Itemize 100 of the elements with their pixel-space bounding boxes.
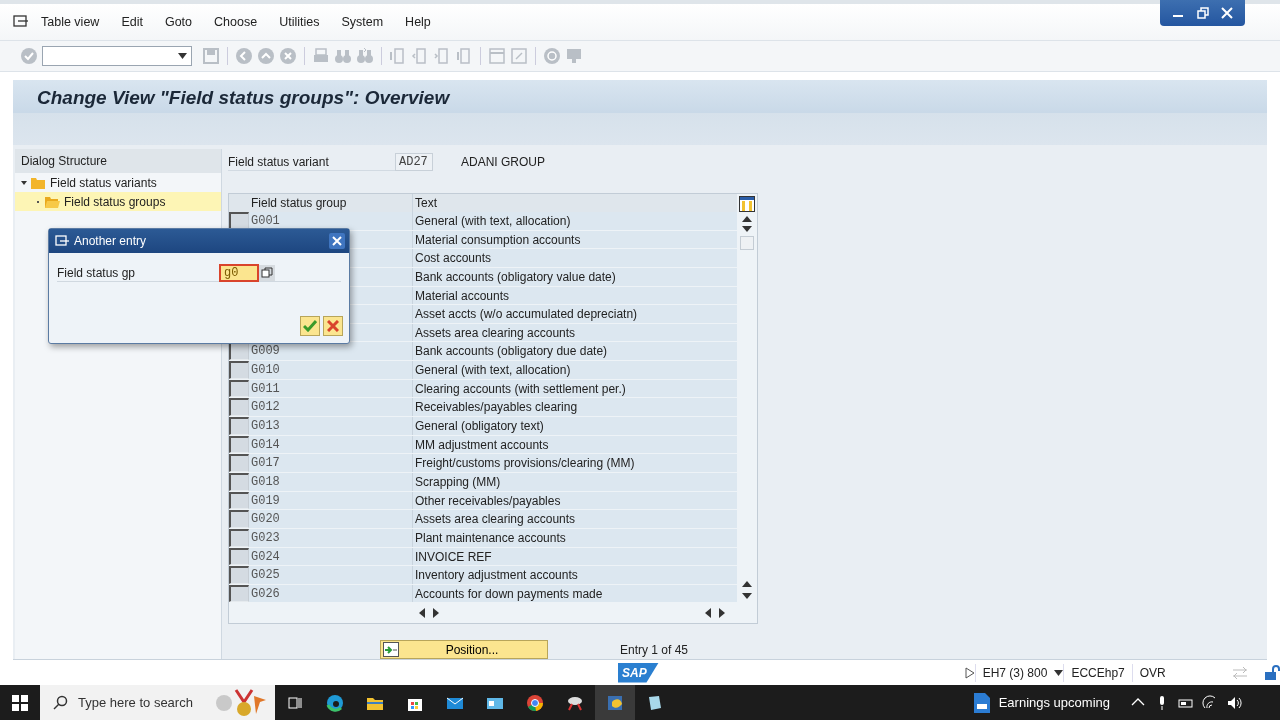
system-info[interactable]: EH7 (3) 800 [974,663,1055,682]
scroll-down-icon[interactable] [742,593,752,600]
search-icon [52,694,68,711]
search-bar[interactable]: Type here to search [40,685,275,720]
close-icon[interactable] [1220,7,1233,19]
chrome-icon[interactable] [526,693,544,712]
table-cell: G018 [251,474,280,489]
table-cell: Inventory adjustment accounts [415,568,578,583]
windows-icon[interactable] [12,694,28,711]
menu-item[interactable]: Edit [110,12,154,32]
scroll-up-icon[interactable] [742,581,752,588]
table-cell: G001 [251,214,280,228]
tree-item[interactable]: Field status variants [15,173,221,192]
table-cell: G013 [251,419,280,434]
news-icon[interactable] [972,691,991,714]
column-header[interactable]: Text [413,194,737,212]
dropdown-icon[interactable] [1054,669,1064,676]
column-header[interactable]: Field status group [249,194,413,212]
table-cell: G012 [251,400,280,415]
menu-icon[interactable] [12,14,30,30]
expanded-icon[interactable] [21,179,27,186]
table-cell: INVOICE REF [415,549,492,564]
table-cell: G023 [251,530,280,545]
folder-icon [44,194,61,209]
search-field[interactable]: Type here to search [76,691,206,714]
table-cell: G010 [251,363,280,378]
table-cell: G026 [251,586,280,601]
menu-item[interactable]: Goto [153,12,204,32]
table-cell: Asset accts (w/o accumulated depreciatn) [415,307,638,322]
command-field[interactable] [42,46,192,66]
scroll-up-icon[interactable] [742,216,752,222]
table-cell: Receivables/payables clearing [415,400,578,415]
table-cell: General (with text, allocation) [415,363,571,378]
folder-icon [30,175,47,190]
table-cell: Material accounts [415,288,510,303]
variant-field[interactable]: AD27 [395,153,433,171]
menu-item[interactable]: Choose [203,12,269,32]
scroll-right-icon[interactable] [433,608,439,619]
table-cell: G009 [251,344,280,359]
dialog-title: Another entry [74,233,148,250]
menu-item[interactable]: Table view [30,12,111,32]
field-label: Field status gp [57,264,137,282]
table-cell: G011 [251,381,280,396]
table-cell: G025 [251,568,280,583]
restore-icon[interactable] [1196,7,1209,19]
table-cell: General (obligatory text) [415,419,544,434]
input-field[interactable]: g0 [219,263,259,282]
row-selector[interactable] [229,417,249,435]
table-cell: G020 [251,512,280,527]
server-name: ECCEhp7 [1063,663,1132,682]
table-cell: Bank accounts (obligatory due date) [415,344,608,359]
menu-item[interactable]: Utilities [268,12,331,32]
menu-item[interactable]: System [330,12,395,32]
table-cell: Clearing accounts (with settlement per.) [415,381,626,396]
sap-logo: SAP [618,662,659,683]
confirm-button[interactable] [300,316,320,336]
cancel-icon [327,320,339,332]
table-cell: Scrapping (MM) [415,474,501,489]
scroll-left-icon[interactable] [705,608,711,619]
row-selector[interactable] [229,510,249,528]
variant-description: ADANI GROUP [461,154,545,171]
entry-count: Entry 1 of 45 [620,641,689,659]
table-cell: Freight/customs provisions/clearing (MM) [415,456,635,471]
panel-header: Dialog Structure [15,149,221,173]
scroll-thumb[interactable] [740,236,754,250]
close-icon[interactable] [329,233,345,249]
cancel-button[interactable] [323,316,343,336]
play-icon[interactable] [964,666,975,679]
table-cell: G014 [251,437,280,452]
wifi-icon[interactable] [1202,694,1218,711]
scroll-down-icon[interactable] [742,226,752,232]
scroll-left-icon[interactable] [419,608,425,619]
tree-item[interactable]: Field status groups [15,192,221,211]
screen-title: Change View "Field status groups": Overview [37,86,450,110]
dropdown-icon[interactable] [178,53,187,59]
check-icon [303,320,317,332]
position-button[interactable]: Position... [380,640,548,660]
table-cell: G024 [251,549,280,564]
browser-icon[interactable] [326,693,344,712]
input-mode: OVR [1131,663,1173,682]
settings-icon[interactable] [739,196,755,212]
row-selector[interactable] [229,398,249,417]
sap-logon-icon[interactable] [606,693,624,712]
table-cell: G019 [251,493,280,508]
row-selector[interactable] [229,361,249,379]
row-selector[interactable] [229,454,249,472]
table-cell: Plant maintenance accounts [415,530,566,545]
news-widget[interactable]: Earnings upcoming [998,692,1110,713]
notepad-icon[interactable] [646,693,664,712]
scroll-right-icon[interactable] [719,608,725,619]
copy-icon[interactable] [259,264,275,281]
table-cell: General (with text, allocation) [415,214,571,228]
menu-item[interactable]: Help [394,12,442,32]
position-icon [383,642,399,658]
field-label: Field status variant [228,153,395,171]
table-cell: MM adjustment accounts [415,437,549,452]
check-icon[interactable] [20,47,38,65]
lock-icon[interactable] [1264,664,1280,681]
table-cell: Assets area clearing accounts [415,512,576,527]
row-selector[interactable] [229,566,249,584]
